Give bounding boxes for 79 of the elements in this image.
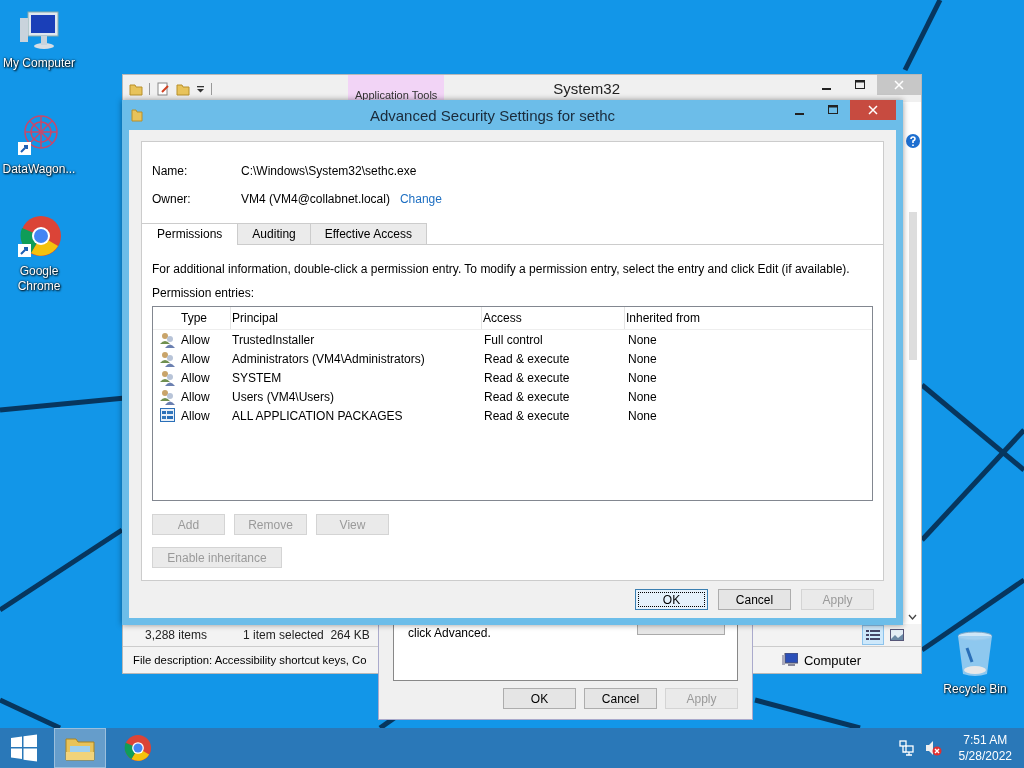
window-title: System32 (552, 80, 622, 97)
entries-label: Permission entries: (152, 286, 256, 300)
desktop-icon-label[interactable]: Recycle Bin (937, 682, 1013, 697)
table-cell-text: Read & execute (483, 370, 571, 385)
dropdown-icon[interactable] (196, 84, 205, 93)
column-header[interactable]: Principal (231, 307, 482, 329)
windows-logo-icon (10, 734, 38, 762)
desktop-icon-label[interactable]: DataWagon... (1, 162, 77, 177)
table-cell-text: Read & execute (483, 389, 571, 404)
selection-info: 1 item selected 264 KB (243, 628, 370, 642)
image-icon (890, 629, 904, 641)
thumbnail-view-button[interactable] (887, 626, 907, 644)
maximize-icon (828, 105, 838, 115)
table-cell-text: None (627, 408, 658, 423)
scroll-down-icon[interactable] (908, 614, 917, 620)
dialog-button[interactable]: Cancel (584, 688, 657, 709)
file-path: C:\Windows\System32\sethc.exe (241, 164, 417, 178)
table-cell-text: None (627, 351, 658, 366)
table-cell-text: Administrators (VM4\Administrators) (231, 351, 426, 366)
users-icon (160, 331, 176, 348)
location-label: Computer (803, 652, 861, 668)
table-cell-text: Full control (483, 332, 544, 347)
table-cell-text: Users (VM4\Users) (231, 389, 335, 404)
recycle-bin-icon[interactable] (955, 630, 995, 678)
close-icon (894, 80, 904, 90)
table-cell-text: ALL APPLICATION PACKAGES (231, 408, 404, 423)
package-icon (160, 407, 176, 424)
chrome-icon (123, 733, 153, 763)
column-header[interactable]: Type (181, 307, 231, 329)
desktop-icon-label[interactable]: My Computer (1, 56, 77, 71)
computer-icon (781, 653, 798, 667)
file-description: File description: Accessibility shortcut keys, Co (133, 654, 367, 666)
column-header[interactable]: Inherited from (625, 307, 775, 329)
dialog-button[interactable]: OK (503, 688, 576, 709)
muted-speaker-icon[interactable] (924, 740, 943, 756)
table-cell-text: None (627, 370, 658, 385)
table-cell-text: Allow (181, 370, 211, 385)
details-view-button[interactable] (862, 625, 884, 645)
table-cell-text: Allow (181, 389, 211, 404)
change-link[interactable]: Change (399, 192, 442, 206)
desktop-icon-label[interactable]: Google Chrome (1, 264, 77, 294)
clock-time[interactable]: 7:51 AM (963, 732, 1008, 748)
users-icon (160, 369, 176, 386)
dialog-button[interactable]: Cancel (718, 589, 791, 610)
dialog-button[interactable]: OK (635, 589, 708, 610)
column-header[interactable]: Access (482, 307, 625, 329)
maximize-icon (855, 80, 865, 90)
table-cell-text: SYSTEM (231, 370, 283, 385)
details-list-icon (866, 629, 880, 641)
tab[interactable]: Auditing (237, 223, 311, 244)
folder-icon (131, 108, 143, 122)
chrome-shortcut-icon[interactable] (16, 214, 62, 260)
item-count: 3,288 items (145, 628, 208, 642)
close-icon (868, 105, 878, 115)
owner-value: VM4 (VM4@collabnet.local) (241, 192, 390, 206)
table-cell-text: Read & execute (483, 351, 571, 366)
tab[interactable]: Effective Access (309, 223, 427, 244)
scrollbar[interactable] (908, 212, 917, 360)
minimize-icon (794, 112, 804, 115)
table-cell-text: Allow (181, 408, 211, 423)
table-cell-text: Allow (181, 332, 211, 347)
help-icon[interactable] (905, 134, 920, 148)
advanced-hint: click Advanced. (408, 626, 491, 640)
clock-date[interactable]: 5/28/2022 (958, 748, 1012, 764)
owner-label: Owner: (152, 192, 192, 206)
dialog-title: Advanced Security Settings for sethc (368, 106, 617, 124)
table-cell-text: Allow (181, 351, 211, 366)
application-tools-tab[interactable]: Application Tools (348, 75, 445, 102)
tab[interactable]: Permissions (142, 223, 239, 245)
table-cell-text: None (627, 389, 658, 404)
table-cell-text: None (627, 332, 658, 347)
users-icon (160, 350, 176, 367)
table-cell-text: Read & execute (483, 408, 571, 423)
instructions: For additional information, double-click a permission entry. To modify a permission entry, select the entry and click Edit (if available). (152, 262, 851, 276)
name-label: Name: (152, 164, 189, 178)
table-cell-text: TrustedInstaller (231, 332, 316, 347)
users-icon (160, 388, 176, 405)
network-icon[interactable] (898, 740, 915, 756)
minimize-icon (821, 87, 831, 90)
